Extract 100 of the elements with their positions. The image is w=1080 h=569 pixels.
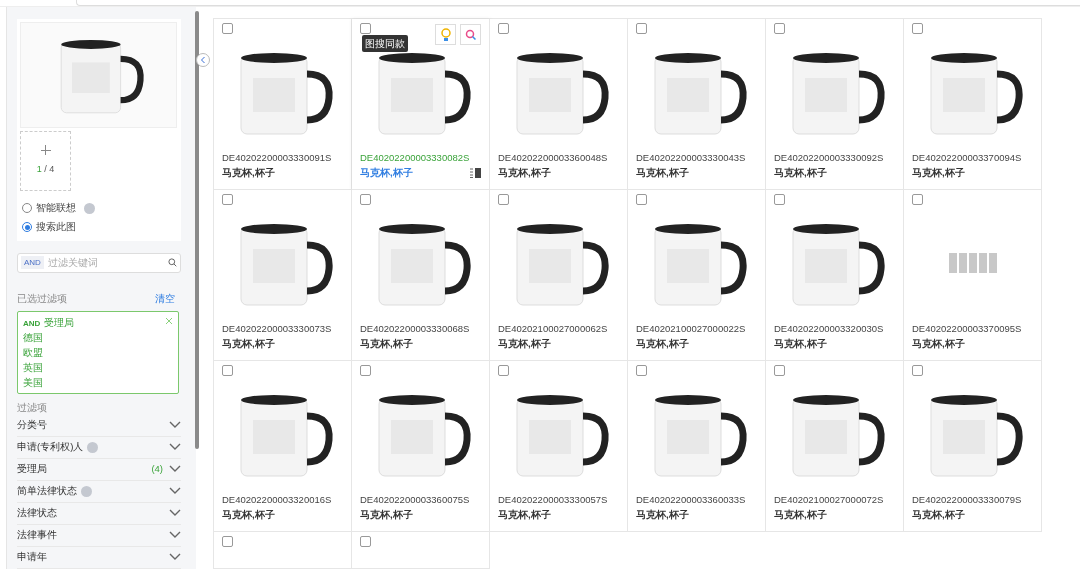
checkbox[interactable] xyxy=(636,23,647,34)
operator-label[interactable]: AND xyxy=(21,256,44,269)
image-search-button[interactable] xyxy=(460,24,481,45)
result-card[interactable]: DE40202200003370094S 马克杯,杯子 xyxy=(904,19,1042,190)
scrollbar-thumb[interactable] xyxy=(195,11,199,449)
filter-row[interactable]: 简单法律状态 xyxy=(17,480,181,503)
result-card[interactable]: DE40202200003330079S 马克杯,杯子 xyxy=(904,361,1042,532)
section-title: 过滤项 xyxy=(17,400,48,415)
checkbox[interactable] xyxy=(774,194,785,205)
chevron-down-icon[interactable] xyxy=(169,509,181,517)
search-icon[interactable] xyxy=(168,258,177,267)
clear-link[interactable]: 清空 xyxy=(155,290,181,306)
checkbox[interactable] xyxy=(498,194,509,205)
filter-row[interactable]: 申请年 xyxy=(17,546,181,569)
result-card[interactable]: DE40202100027000072S 马克杯,杯子 xyxy=(766,361,904,532)
chevron-down-icon[interactable] xyxy=(169,487,181,495)
lightbulb-icon xyxy=(439,27,452,42)
checkbox[interactable] xyxy=(636,194,647,205)
loading-placeholder-icon xyxy=(948,252,997,273)
chevron-down-icon[interactable] xyxy=(169,531,181,539)
product-title: 马克杯,杯子 xyxy=(774,337,827,351)
filter-row[interactable]: 申请(专利权)人 xyxy=(17,436,181,459)
plus-icon xyxy=(40,145,51,156)
filter-label: 申请年 xyxy=(17,549,47,564)
product-title: 马克杯,杯子 xyxy=(360,508,413,522)
patent-number: DE40202200003330073S xyxy=(222,322,333,336)
chevron-down-icon[interactable] xyxy=(169,553,181,561)
checkbox[interactable] xyxy=(498,23,509,34)
result-card[interactable]: DE40202200003370095S 马克杯,杯子 xyxy=(904,190,1042,361)
checkbox[interactable] xyxy=(636,365,647,376)
product-title: 马克杯,杯子 xyxy=(636,166,689,180)
checkbox[interactable] xyxy=(360,194,371,205)
product-title: 马克杯,杯子 xyxy=(360,166,413,180)
result-card[interactable]: DE40202200003330073S 马克杯,杯子 xyxy=(214,190,352,361)
checkbox[interactable] xyxy=(360,536,371,547)
checkbox[interactable] xyxy=(360,365,371,376)
checkbox[interactable] xyxy=(498,365,509,376)
filter-row[interactable]: 法律事件 xyxy=(17,524,181,547)
product-title: 马克杯,杯子 xyxy=(636,337,689,351)
result-card[interactable]: DE40202200003360033S 马克杯,杯子 xyxy=(628,361,766,532)
result-card[interactable]: DE40202200003360075S 马克杯,杯子 xyxy=(352,361,490,532)
filter-row[interactable]: 分类号 xyxy=(17,414,181,437)
product-title: 马克杯,杯子 xyxy=(912,508,965,522)
result-card[interactable]: DE40202200003330092S 马克杯,杯子 xyxy=(766,19,904,190)
result-card[interactable]: DE40202200003330057S 马克杯,杯子 xyxy=(490,361,628,532)
filter-operator: AND xyxy=(23,317,41,330)
filter-row[interactable]: 受理局 (4) xyxy=(17,458,181,481)
product-title: 马克杯,杯子 xyxy=(636,508,689,522)
checkbox[interactable] xyxy=(774,365,785,376)
result-card[interactable]: DE40202200003320030S 马克杯,杯子 xyxy=(766,190,904,361)
filter-label: 简单法律状态 xyxy=(17,483,77,498)
close-icon[interactable] xyxy=(165,316,173,325)
product-title: 马克杯,杯子 xyxy=(222,337,275,351)
lightbulb-button[interactable] xyxy=(435,24,456,45)
result-card[interactable]: 图搜同款 DE40202200003330082S 马克杯,杯子 xyxy=(352,19,490,190)
patent-number: DE40202200003360048S xyxy=(498,151,609,165)
chevron-down-icon[interactable] xyxy=(169,421,181,429)
patent-number: DE40202200003330079S xyxy=(912,493,1023,507)
radio-label[interactable]: 搜索此图 xyxy=(36,220,76,235)
chevron-down-icon[interactable] xyxy=(169,443,181,451)
result-card[interactable]: DE40202200003360048S 马克杯,杯子 xyxy=(490,19,628,190)
patent-number: DE40202200003370095S xyxy=(912,322,1023,336)
keyword-filter-field[interactable]: AND 过滤关键词 xyxy=(17,252,181,273)
image-counter: 1 / 4 xyxy=(36,163,55,177)
checkbox[interactable] xyxy=(222,536,233,547)
add-image-button[interactable]: 1 / 4 xyxy=(20,131,71,191)
filter-row[interactable]: 法律状态 xyxy=(17,502,181,525)
result-card[interactable]: DE40202200003330068S 马克杯,杯子 xyxy=(352,190,490,361)
checkbox[interactable] xyxy=(222,365,233,376)
checkbox[interactable] xyxy=(222,23,233,34)
checkbox[interactable] xyxy=(912,23,923,34)
patent-number: DE40202200003330092S xyxy=(774,151,885,165)
result-card[interactable]: DE40202200003330091S 马克杯,杯子 xyxy=(214,19,352,190)
chevron-down-icon[interactable] xyxy=(169,465,181,473)
patent-number: DE40202200003360075S xyxy=(360,493,471,507)
patent-number: DE40202200003370094S xyxy=(912,151,1023,165)
result-card[interactable]: DE40202100027000022S 马克杯,杯子 xyxy=(628,190,766,361)
patent-number: DE40202100027000072S xyxy=(774,493,885,507)
collapse-button[interactable] xyxy=(196,53,210,67)
filter-value: 德国 xyxy=(23,330,44,345)
result-card[interactable]: DE40202100027000062S 马克杯,杯子 xyxy=(490,190,628,361)
filter-label: 受理局 xyxy=(17,461,47,476)
tooltip: 图搜同款 xyxy=(362,35,408,52)
checkbox[interactable] xyxy=(912,365,923,376)
checkbox[interactable] xyxy=(912,194,923,205)
product-title: 马克杯,杯子 xyxy=(498,508,551,522)
checkbox[interactable] xyxy=(360,23,371,34)
patent-number: DE40202200003330091S xyxy=(222,151,333,165)
patent-number: DE40202200003330068S xyxy=(360,322,471,336)
radio-label[interactable]: 智能联想 xyxy=(36,201,76,216)
checkbox[interactable] xyxy=(222,194,233,205)
filter-label: 法律事件 xyxy=(17,527,57,542)
filter-value: 英国 xyxy=(23,360,44,375)
keyword-input[interactable]: 过滤关键词 xyxy=(47,255,164,270)
product-title: 马克杯,杯子 xyxy=(222,508,275,522)
result-card[interactable]: DE40202200003330043S 马克杯,杯子 xyxy=(628,19,766,190)
checkbox[interactable] xyxy=(774,23,785,34)
list-icon[interactable] xyxy=(470,168,481,178)
result-card[interactable]: DE40202200003320016S 马克杯,杯子 xyxy=(214,361,352,532)
filter-value: 欧盟 xyxy=(23,345,44,360)
